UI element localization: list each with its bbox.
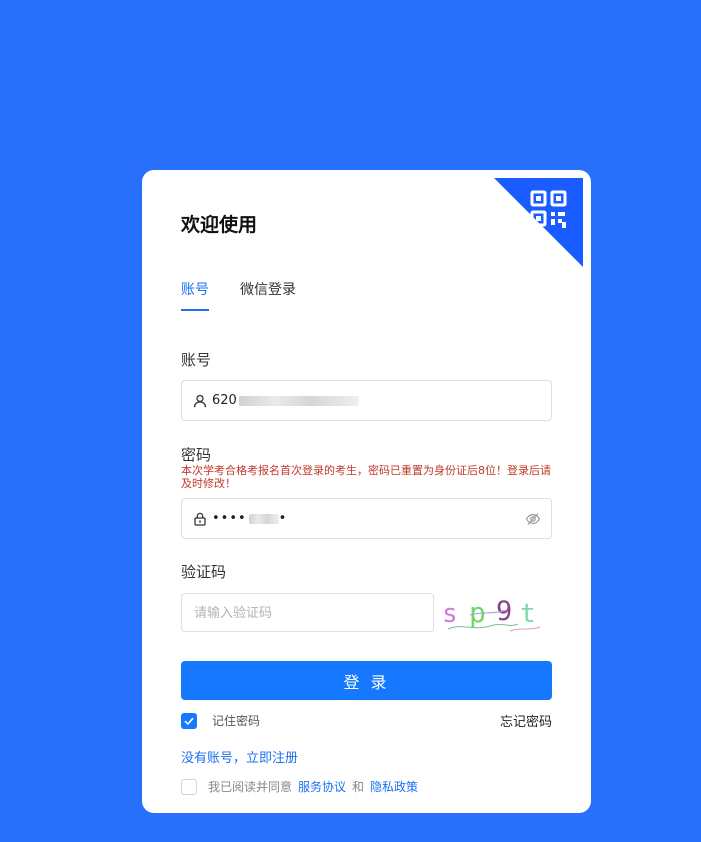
- captcha-char-2: p: [469, 596, 486, 629]
- account-value-prefix: 620: [212, 393, 237, 408]
- password-masked-tail: •: [278, 511, 288, 526]
- tab-account[interactable]: 账号: [181, 280, 209, 300]
- login-button[interactable]: 登 录: [181, 661, 552, 700]
- account-value: 620: [212, 392, 359, 410]
- user-icon: [193, 394, 207, 408]
- captcha-label: 验证码: [181, 563, 227, 581]
- password-value: •••• •: [212, 510, 287, 528]
- terms-link[interactable]: 服务协议: [298, 780, 346, 794]
- remember-label: 记住密码: [212, 714, 261, 728]
- lock-icon: [193, 512, 207, 526]
- checkmark-icon: [184, 717, 194, 726]
- captcha-input[interactable]: 请输入验证码: [181, 593, 434, 632]
- password-reset-notice: 本次学考合格考报名首次登录的考生，密码已重置为身份证后8位！登录后请及时修改！: [181, 464, 551, 490]
- tab-wechat-login[interactable]: 微信登录: [240, 280, 296, 300]
- active-tab-indicator: [181, 309, 209, 311]
- page-title: 欢迎使用: [181, 214, 258, 236]
- login-card: 欢迎使用 账号 微信登录 账号 620 密码 本次学考合格考报名首次登录的考生，…: [142, 170, 591, 813]
- captcha-image[interactable]: s p 9 t: [440, 593, 544, 633]
- account-input[interactable]: 620: [181, 380, 552, 421]
- captcha-char-1: s: [442, 599, 458, 629]
- login-tabs: 账号 微信登录: [181, 280, 381, 312]
- password-input[interactable]: •••• •: [181, 498, 552, 539]
- redacted-account-digits: [238, 395, 359, 406]
- password-label: 密码: [181, 446, 212, 464]
- captcha-char-4: t: [520, 599, 536, 629]
- privacy-link[interactable]: 隐私政策: [370, 780, 418, 794]
- captcha-placeholder: 请输入验证码: [194, 606, 273, 621]
- password-masked: ••••: [212, 511, 247, 526]
- account-label: 账号: [181, 351, 212, 369]
- eye-off-icon[interactable]: [525, 511, 541, 527]
- remember-checkbox[interactable]: [181, 713, 197, 729]
- register-link[interactable]: 没有账号，立即注册: [181, 747, 298, 766]
- qr-code-icon: [494, 178, 583, 267]
- agreement-prefix: 我已阅读并同意: [208, 780, 293, 794]
- forgot-password-link[interactable]: 忘记密码: [500, 711, 552, 730]
- agreement-checkbox[interactable]: [181, 779, 197, 795]
- agreement-and: 和: [352, 780, 365, 794]
- agreement-text: 我已阅读并同意 服务协议和隐私政策: [208, 779, 424, 795]
- redacted-password: [248, 513, 279, 524]
- qr-login-toggle[interactable]: [494, 178, 583, 267]
